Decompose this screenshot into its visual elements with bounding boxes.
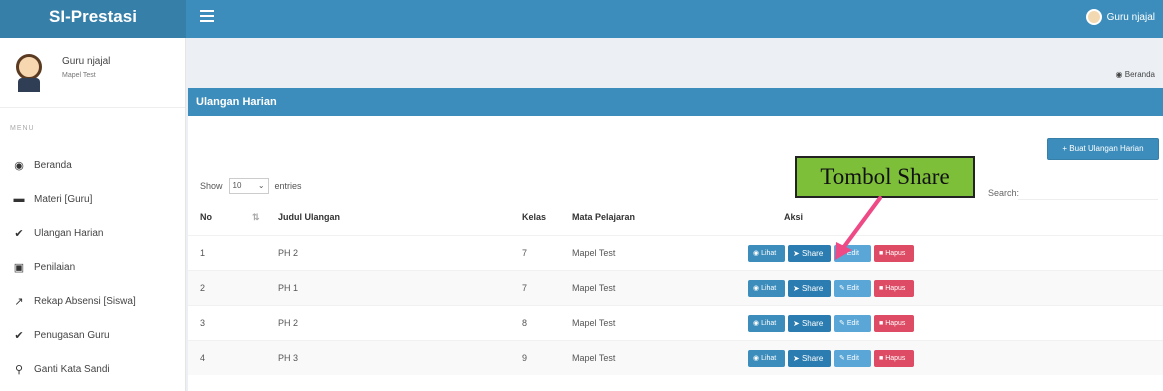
edit-icon: ✎: [839, 355, 845, 362]
sidebar-item-ulangan-harian[interactable]: ✔ Ulangan Harian: [0, 216, 186, 250]
table-row: 1 PH 2 7 Mapel Test ◉ Lihat ➤ Share ✎ Ed…: [188, 235, 1163, 270]
lihat-button[interactable]: ◉ Lihat: [748, 350, 785, 367]
sidebar-toggle-icon[interactable]: [200, 10, 214, 24]
folder-icon: ▬: [13, 193, 25, 205]
search-label: Search:: [988, 188, 1020, 198]
table-header: No ⇅ Judul Ulangan Kelas Mata Pelajaran …: [188, 200, 1163, 235]
user-name: Guru njajal: [62, 56, 111, 67]
send-icon: ➤: [793, 354, 800, 363]
hapus-button[interactable]: ■ Hapus: [874, 350, 914, 367]
trash-icon: ■: [879, 250, 884, 257]
edit-button[interactable]: ✎ Edit: [834, 315, 871, 332]
table-row: 3 PH 2 8 Mapel Test ◉ Lihat ➤ Share ✎ Ed…: [188, 305, 1163, 340]
key-icon: ⚲: [14, 363, 24, 376]
check-icon: ✔: [14, 227, 24, 240]
share-button[interactable]: ➤ Share: [788, 280, 831, 297]
breadcrumb[interactable]: ◉ Beranda: [1116, 70, 1155, 79]
sort-icon[interactable]: ⇅: [252, 212, 260, 223]
edit-icon: ✎: [839, 320, 845, 327]
table-row: 2 PH 1 7 Mapel Test ◉ Lihat ➤ Share ✎ Ed…: [188, 270, 1163, 305]
sidebar-item-materi[interactable]: ▬ Materi [Guru]: [0, 182, 186, 216]
app-logo[interactable]: SI-Prestasi: [0, 0, 186, 38]
share-button[interactable]: ➤ Share: [788, 350, 831, 367]
show-entries: Show 10 ⌄ entries: [200, 178, 302, 194]
avatar: [1085, 9, 1102, 25]
user-panel: Guru njajal Mapel Test: [0, 38, 185, 108]
trash-icon: ■: [879, 285, 884, 292]
sidebar-item-penugasan-guru[interactable]: ✔ Penugasan Guru: [0, 318, 186, 352]
header-judul[interactable]: Judul Ulangan: [278, 212, 340, 222]
trash-icon: ■: [879, 320, 884, 327]
hapus-button[interactable]: ■ Hapus: [874, 315, 914, 332]
header-mapel[interactable]: Mata Pelajaran: [572, 212, 635, 222]
chart-icon: ↗: [14, 295, 24, 308]
send-icon: ➤: [793, 284, 800, 293]
check-icon: ✔: [14, 329, 24, 342]
sidebar-item-rekap-absensi[interactable]: ↗ Rekap Absensi [Siswa]: [0, 284, 186, 318]
edit-icon: ✎: [839, 250, 845, 257]
search-input[interactable]: [1018, 184, 1158, 200]
top-navbar: SI-Prestasi Guru njajal: [0, 0, 1163, 38]
entries-select[interactable]: 10 ⌄: [228, 178, 269, 194]
ulangan-table: No ⇅ Judul Ulangan Kelas Mata Pelajaran …: [188, 200, 1163, 375]
box-title: Ulangan Harian: [188, 88, 1163, 116]
send-icon: ➤: [793, 249, 800, 258]
breadcrumb-label: Beranda: [1124, 70, 1155, 79]
show-label: Show: [200, 181, 223, 191]
sidebar: Guru njajal Mapel Test MENU ◉ Beranda ▬ Ma…: [0, 38, 186, 391]
menu-header: MENU: [10, 125, 35, 132]
header-aksi: Aksi: [784, 212, 804, 222]
sidebar-item-ganti-kata-sandi[interactable]: ⚲ Ganti Kata Sandi: [0, 352, 186, 386]
tombol-share-callout: Tombol Share: [795, 156, 975, 198]
share-button[interactable]: ➤ Share: [788, 245, 831, 262]
user-subject: Mapel Test: [62, 72, 96, 79]
sidebar-item-penilaian[interactable]: ▣ Penilaian: [0, 250, 186, 284]
hapus-button[interactable]: ■ Hapus: [874, 245, 914, 262]
edit-button[interactable]: ✎ Edit: [834, 350, 871, 367]
trash-icon: ■: [879, 355, 884, 362]
book-icon: ▣: [13, 261, 25, 274]
sidebar-item-beranda[interactable]: ◉ Beranda: [0, 148, 186, 182]
lihat-button[interactable]: ◉ Lihat: [748, 315, 785, 332]
user-menu[interactable]: Guru njajal: [1085, 9, 1155, 25]
buat-ulangan-harian-button[interactable]: + Buat Ulangan Harian: [1047, 138, 1159, 160]
eye-icon: ◉: [753, 320, 760, 327]
header-kelas[interactable]: Kelas: [522, 212, 546, 222]
dashboard-icon: ◉: [14, 159, 24, 172]
header-no[interactable]: No: [200, 212, 212, 222]
lihat-button[interactable]: ◉ Lihat: [748, 245, 785, 262]
dashboard-icon: ◉: [1115, 70, 1123, 79]
eye-icon: ◉: [753, 355, 760, 362]
share-button[interactable]: ➤ Share: [788, 315, 831, 332]
edit-button[interactable]: ✎ Edit: [834, 280, 871, 297]
table-row: 4 PH 3 9 Mapel Test ◉ Lihat ➤ Share ✎ Ed…: [188, 340, 1163, 375]
user-menu-name: Guru njajal: [1106, 11, 1155, 23]
lihat-button[interactable]: ◉ Lihat: [748, 280, 785, 297]
hapus-button[interactable]: ■ Hapus: [874, 280, 914, 297]
eye-icon: ◉: [753, 250, 760, 257]
eye-icon: ◉: [753, 285, 760, 292]
edit-button[interactable]: ✎ Edit: [834, 245, 871, 262]
entries-label: entries: [274, 181, 302, 191]
edit-icon: ✎: [839, 285, 845, 292]
chevron-down-icon: ⌄: [257, 181, 265, 190]
user-avatar: [12, 54, 46, 94]
send-icon: ➤: [793, 319, 800, 328]
ulangan-harian-box: Ulangan Harian + Buat Ulangan Harian Sho…: [188, 88, 1163, 391]
